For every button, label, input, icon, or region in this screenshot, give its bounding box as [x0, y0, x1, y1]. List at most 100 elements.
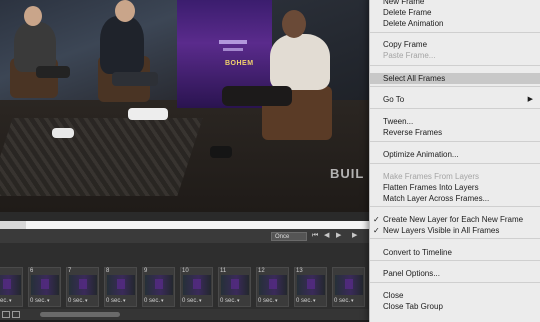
menu-item-optimize-animation[interactable]: Optimize Animation...	[370, 149, 540, 160]
menu-item-label: Panel Options...	[383, 269, 440, 278]
menu-separator	[370, 163, 540, 164]
animation-panel-menu: New Frame Delete Frame Delete Animation Cop…	[369, 0, 540, 322]
frame-delay[interactable]: 0 sec.	[144, 298, 164, 304]
menu-item-flatten-frames-into-layers[interactable]: Flatten Frames Into Layers	[370, 182, 540, 193]
menu-item-match-layer-across-frames[interactable]: Match Layer Across Frames...	[370, 193, 540, 204]
checkmark-icon: ✓	[373, 226, 380, 235]
frame-number: 8	[106, 268, 110, 274]
timeline-frame[interactable]: 50 sec.	[0, 267, 23, 307]
frame-thumbnail	[335, 275, 363, 295]
menu-item-delete-animation[interactable]: Delete Animation	[370, 18, 540, 29]
menu-item-label: Delete Frame	[383, 8, 432, 17]
play-icon[interactable]: ▶	[336, 230, 341, 242]
menu-separator	[370, 260, 540, 261]
frame-thumbnail	[69, 275, 97, 295]
menu-item-close[interactable]: Close	[370, 290, 540, 301]
frame-thumbnail	[31, 275, 59, 295]
frame-delay[interactable]: 0 sec.	[30, 298, 50, 304]
menu-item-label: Create New Layer for Each New Frame	[383, 215, 524, 224]
menu-separator	[370, 65, 540, 66]
timeline-frame[interactable]: 8 0 sec.	[104, 267, 137, 307]
menu-item-make-frames-from-layers: Make Frames From Layers	[370, 171, 540, 182]
menu-separator	[370, 108, 540, 109]
menu-item-convert-to-timeline[interactable]: Convert to Timeline	[370, 247, 540, 258]
guest-middle-shoes	[128, 108, 168, 120]
guest-left-legs	[36, 66, 70, 78]
frame-delay[interactable]: 0 sec.	[0, 298, 12, 304]
menu-item-label: Convert to Timeline	[383, 248, 452, 257]
frame-thumbnail	[221, 275, 249, 295]
timeline-frame[interactable]: 9 0 sec.	[142, 267, 175, 307]
menu-item-close-tab-group[interactable]: Close Tab Group	[370, 301, 540, 312]
frame-number: 11	[220, 268, 227, 274]
timeline-frame[interactable]: 13 0 sec.	[294, 267, 327, 307]
frame-delay[interactable]: 0 sec.	[220, 298, 240, 304]
timeline-frame[interactable]: 7 0 sec.	[66, 267, 99, 307]
frame-thumbnail	[297, 275, 325, 295]
menu-separator	[370, 282, 540, 283]
timeline-frame[interactable]: 11 0 sec.	[218, 267, 251, 307]
frame-number: 7	[68, 268, 72, 274]
frame-delay[interactable]: 0 sec.	[258, 298, 278, 304]
poster-text-line	[219, 40, 247, 44]
menu-item-label: Go To	[383, 95, 405, 104]
menu-item-label: Delete Animation	[383, 19, 444, 28]
menu-item-label: Close Tab Group	[383, 302, 443, 311]
timeline-frame[interactable]: 6 0 sec.	[28, 267, 61, 307]
menu-separator	[370, 141, 540, 142]
frame-delay[interactable]: 0 sec.	[334, 298, 354, 304]
menu-item-label: Select All Frames	[383, 74, 446, 83]
frame-thumbnail	[145, 275, 173, 295]
loop-options-select[interactable]: Once	[271, 232, 307, 241]
menu-item-label: Make Frames From Layers	[383, 172, 480, 181]
frame-number: 13	[296, 268, 303, 274]
loop-button[interactable]	[2, 311, 10, 318]
host-right-boots	[210, 146, 232, 158]
guest-middle-head	[115, 0, 135, 22]
frame-thumbnail	[0, 275, 21, 295]
frame-number: 12	[258, 268, 265, 274]
convert-button[interactable]	[12, 311, 20, 318]
timeline-frame[interactable]: 10 0 sec.	[180, 267, 213, 307]
menu-item-go-to[interactable]: Go To ▶	[370, 94, 540, 105]
first-frame-icon[interactable]: ⏮	[312, 230, 318, 242]
scrubber-track-left	[0, 221, 26, 229]
menu-separator	[370, 32, 540, 33]
video-preview: BOHEM BUIL	[0, 0, 372, 212]
menu-item-paste-frame: Paste Frame...	[370, 50, 540, 61]
host-right-legs	[222, 86, 292, 106]
timeline-scrollbar[interactable]	[40, 312, 120, 317]
frame-thumbnail	[259, 275, 287, 295]
frame-thumbnail	[107, 275, 135, 295]
frame-delay[interactable]: 0 sec.	[106, 298, 126, 304]
frame-delay[interactable]: 0 sec.	[68, 298, 88, 304]
previous-frame-icon[interactable]: ◀	[324, 230, 329, 242]
guest-middle-legs	[112, 72, 158, 86]
menu-item-tween[interactable]: Tween...	[370, 116, 540, 127]
timeline-frame[interactable]: 0 sec.	[332, 267, 365, 307]
scrubber-track[interactable]	[26, 221, 372, 229]
frame-number: 10	[182, 268, 189, 274]
guest-left	[14, 22, 56, 72]
frame-number: 9	[144, 268, 148, 274]
host-right-head	[282, 10, 306, 38]
frame-delay[interactable]: 0 sec.	[182, 298, 202, 304]
frame-delay[interactable]: 0 sec.	[296, 298, 316, 304]
menu-item-select-all-frames[interactable]: Select All Frames	[370, 73, 540, 84]
menu-item-label: New Frame	[383, 0, 425, 6]
menu-separator	[370, 238, 540, 239]
menu-item-new-layers-visible-in-all-frames[interactable]: ✓ New Layers Visible in All Frames	[370, 225, 540, 236]
menu-item-copy-frame[interactable]: Copy Frame	[370, 39, 540, 50]
menu-separator	[370, 86, 540, 87]
menu-item-new-frame[interactable]: New Frame	[370, 0, 540, 7]
frame-thumbnail	[183, 275, 211, 295]
timeline-frame[interactable]: 12 0 sec.	[256, 267, 289, 307]
menu-item-label: Flatten Frames Into Layers	[383, 183, 479, 192]
menu-item-panel-options[interactable]: Panel Options...	[370, 268, 540, 279]
menu-item-create-new-layer-for-each-new-frame[interactable]: ✓ Create New Layer for Each New Frame	[370, 214, 540, 225]
checkmark-icon: ✓	[373, 215, 380, 224]
menu-item-reverse-frames[interactable]: Reverse Frames	[370, 127, 540, 138]
next-frame-icon[interactable]: ▶	[352, 230, 357, 242]
menu-item-delete-frame[interactable]: Delete Frame	[370, 7, 540, 18]
menu-item-label: Reverse Frames	[383, 128, 443, 137]
